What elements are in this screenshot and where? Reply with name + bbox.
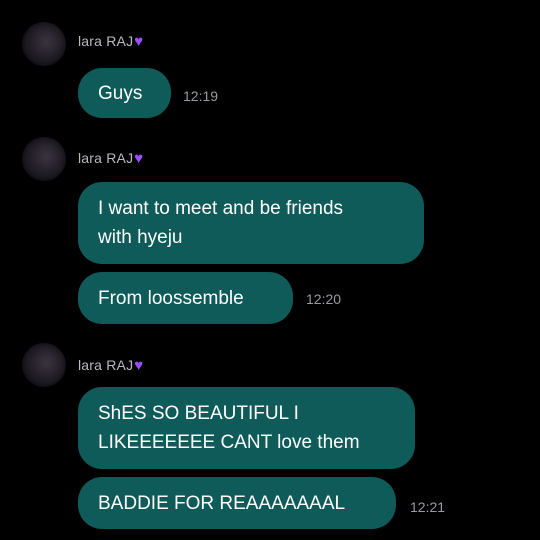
message-bubble[interactable]: BADDIE FOR REAAAAAAAL: [78, 477, 396, 529]
message-text: BADDIE FOR REAAAAAAAL: [98, 492, 346, 514]
message-text: I want to meet and be friends with hyeju: [98, 198, 344, 248]
avatar[interactable]: [22, 137, 66, 181]
purple-heart-icon: ♥: [134, 150, 144, 167]
message-timestamp: 12:21: [410, 499, 446, 515]
purple-heart-icon: ♥: [134, 33, 144, 50]
sender-name-text: lara RAJ: [78, 150, 134, 166]
sender-name[interactable]: lara RAJ♥: [78, 33, 143, 50]
avatar[interactable]: [22, 343, 66, 387]
message-timestamp: 12:20: [306, 291, 342, 307]
message-bubble[interactable]: From loossemble: [78, 272, 293, 324]
message-text: Guys: [98, 82, 143, 104]
message-bubble[interactable]: I want to meet and be friends with hyeju: [78, 182, 424, 264]
sender-name[interactable]: lara RAJ♥: [78, 357, 143, 374]
sender-name[interactable]: lara RAJ♥: [78, 150, 143, 167]
sender-name-text: lara RAJ: [78, 33, 134, 49]
message-timestamp: 12:19: [183, 88, 219, 104]
message-bubble[interactable]: ShES SO BEAUTIFUL I LIKEEEEEEE CANT love…: [78, 387, 415, 469]
avatar[interactable]: [22, 22, 66, 66]
message-bubble[interactable]: Guys: [78, 68, 171, 118]
message-text: ShES SO BEAUTIFUL I LIKEEEEEEE CANT love…: [98, 403, 360, 453]
sender-name-text: lara RAJ: [78, 357, 134, 373]
message-text: From loossemble: [98, 287, 244, 309]
purple-heart-icon: ♥: [134, 357, 144, 374]
